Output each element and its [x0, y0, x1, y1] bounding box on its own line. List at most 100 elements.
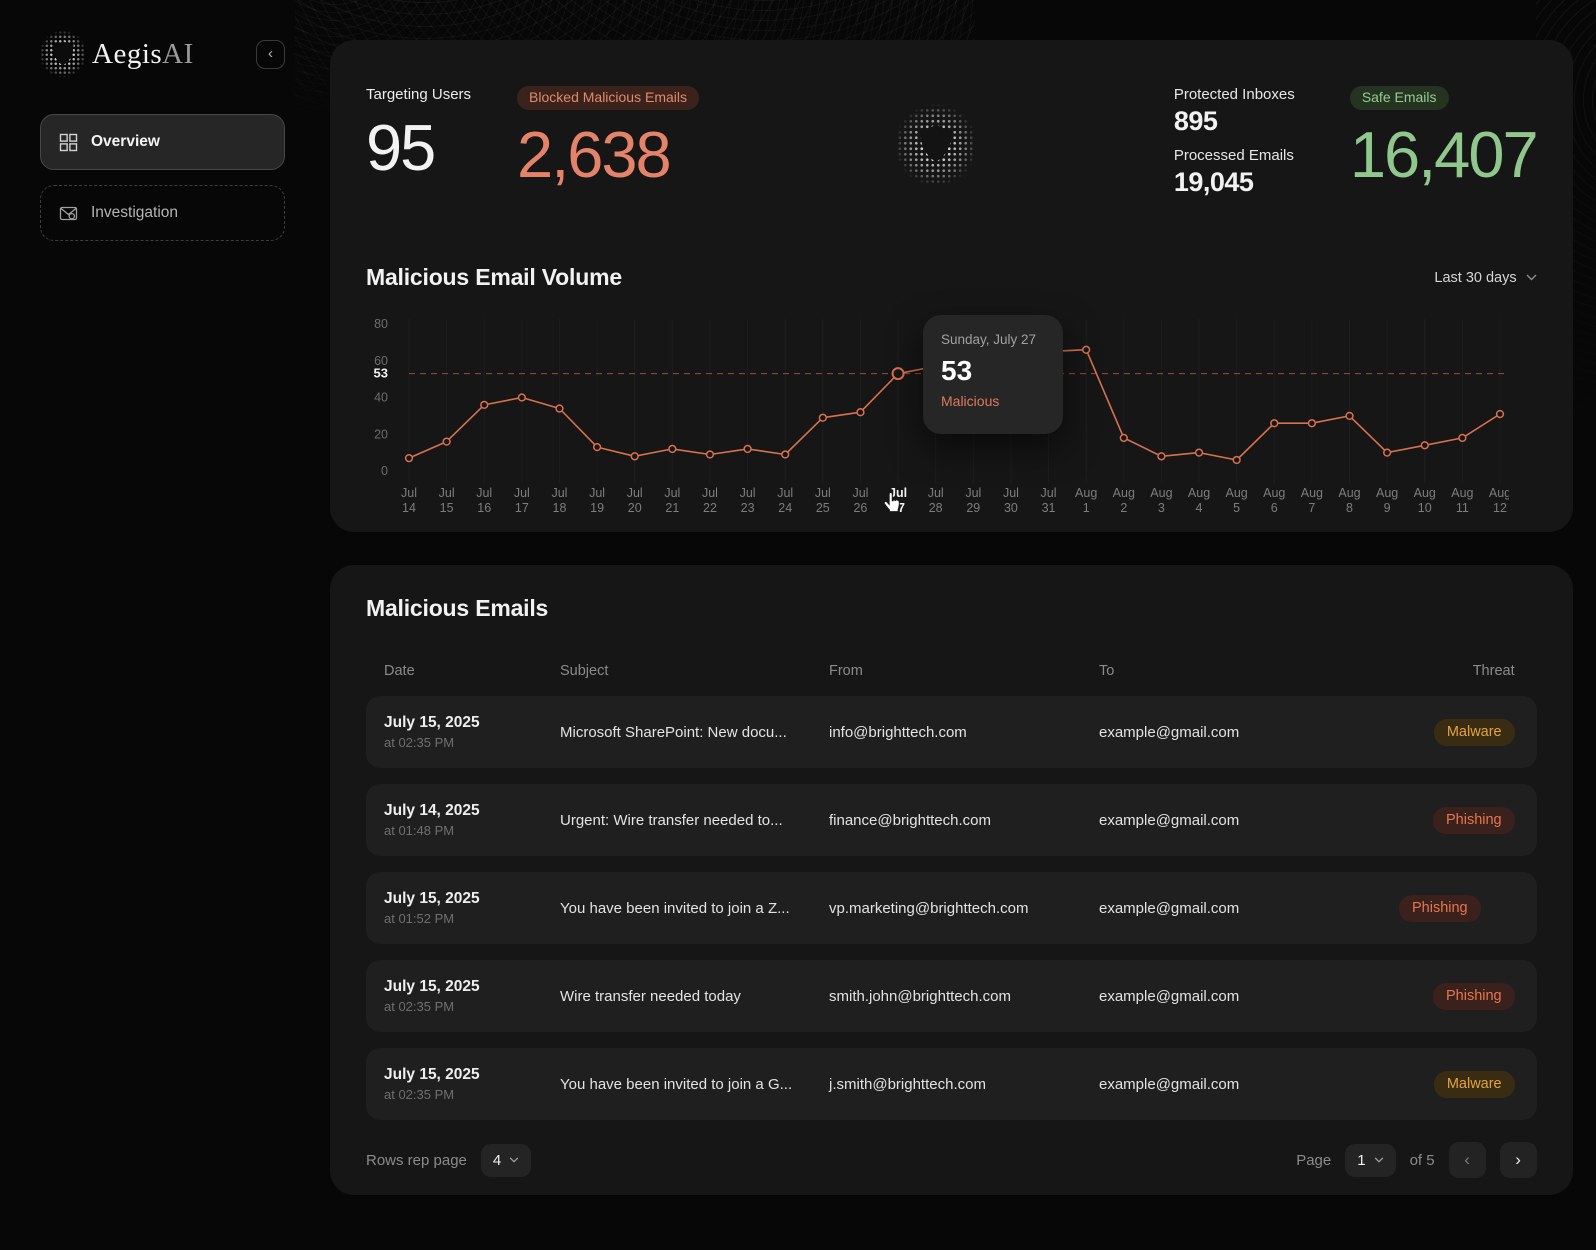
cell-threat: Phishing	[1399, 894, 1515, 922]
svg-text:Jul: Jul	[589, 486, 605, 500]
svg-text:Jul: Jul	[551, 486, 567, 500]
brand-wordmark: AegisAI	[92, 38, 194, 71]
sidebar-nav: Overview Investigation	[40, 114, 285, 241]
table-row[interactable]: July 14, 2025 at 01:48 PM Urgent: Wire tra…	[366, 784, 1537, 856]
stat-label: Targeting Users	[366, 86, 472, 103]
svg-text:26: 26	[853, 501, 867, 515]
threat-badge: Phishing	[1433, 982, 1515, 1010]
chevron-down-icon	[1526, 274, 1537, 281]
svg-text:3: 3	[1158, 501, 1165, 515]
svg-text:19: 19	[590, 501, 604, 515]
cell-from: finance@brighttech.com	[829, 811, 991, 829]
svg-text:80: 80	[374, 317, 388, 331]
sidebar-collapse-button[interactable]: ‹	[256, 39, 285, 69]
rows-per-page-select[interactable]: 4	[480, 1143, 532, 1177]
svg-text:16: 16	[477, 501, 491, 515]
stat-label: Protected Inboxes	[1173, 86, 1295, 103]
shield-silhouette	[52, 41, 74, 66]
column-header-threat: Threat	[1472, 663, 1515, 679]
cell-to: example@gmail.com	[1099, 899, 1240, 917]
svg-text:9: 9	[1384, 501, 1391, 515]
chevron-down-icon	[509, 1157, 519, 1163]
rows-per-page-value: 4	[492, 1151, 502, 1169]
svg-text:Jul: Jul	[702, 486, 718, 500]
cell-threat: Phishing	[1399, 806, 1515, 834]
row-date: July 15, 2025	[384, 978, 480, 995]
date-range-dropdown[interactable]: Last 30 days	[1434, 269, 1537, 286]
stats-row: Targeting Users 95 Blocked Malicious Ema…	[366, 86, 1539, 208]
svg-text:30: 30	[1004, 501, 1018, 515]
cell-date: July 14, 2025 at 01:48 PM	[384, 802, 560, 838]
sidebar-item-investigation[interactable]: Investigation	[40, 185, 285, 241]
cell-subject: Urgent: Wire transfer needed to...	[560, 811, 783, 829]
cell-subject: Wire transfer needed today	[560, 987, 741, 1005]
svg-text:24: 24	[778, 501, 792, 515]
stat-targeting-users: Targeting Users 95	[366, 86, 471, 180]
row-time: at 02:35 PM	[384, 999, 455, 1014]
svg-text:Jul: Jul	[777, 486, 793, 500]
row-date: July 14, 2025	[384, 802, 480, 819]
svg-text:4: 4	[1196, 501, 1203, 515]
svg-text:20: 20	[628, 501, 642, 515]
table-header: Date Subject From To Threat	[366, 654, 1537, 688]
svg-text:22: 22	[703, 501, 717, 515]
table-body: July 15, 2025 at 02:35 PM Microsoft ShareP…	[366, 696, 1537, 1120]
svg-text:Jul: Jul	[1003, 486, 1019, 500]
cell-to: example@gmail.com	[1099, 723, 1240, 741]
svg-text:14: 14	[402, 501, 416, 515]
svg-text:31: 31	[1042, 501, 1056, 515]
svg-text:10: 10	[1418, 501, 1432, 515]
sidebar-item-overview[interactable]: Overview	[40, 114, 285, 170]
svg-text:6: 6	[1271, 501, 1278, 515]
table-title: Malicious Emails	[366, 595, 549, 621]
brand-shield-icon	[40, 30, 86, 78]
chart-tooltip: Sunday, July 27 53 Malicious	[923, 315, 1063, 434]
table-row[interactable]: July 15, 2025 at 02:35 PM You have been in…	[366, 1048, 1537, 1120]
shield-emblem-icon	[897, 102, 976, 188]
table-row[interactable]: July 15, 2025 at 02:35 PM Microsoft ShareP…	[366, 696, 1537, 768]
page-number: 1	[1357, 1151, 1366, 1169]
svg-text:23: 23	[741, 501, 755, 515]
range-label: Last 30 days	[1434, 269, 1517, 286]
cell-date: July 15, 2025 at 02:35 PM	[384, 1066, 560, 1102]
app-root: AegisAI ‹ Overview Investigation Targeti…	[0, 0, 1596, 1250]
svg-text:11: 11	[1456, 501, 1469, 515]
sidebar-item-label: Investigation	[91, 204, 179, 221]
chevron-down-icon	[1374, 1157, 1384, 1163]
svg-text:20: 20	[374, 427, 388, 441]
svg-text:Jul: Jul	[664, 486, 680, 500]
safe-badge: Safe Emails	[1349, 86, 1449, 111]
svg-text:Aug: Aug	[1301, 486, 1323, 500]
next-page-button[interactable]: ›	[1499, 1142, 1537, 1178]
brand-secondary: AI	[162, 37, 194, 70]
cell-from: j.smith@brighttech.com	[829, 1075, 986, 1093]
stat-value: 895	[1173, 106, 1218, 136]
svg-text:21: 21	[665, 501, 679, 515]
malicious-emails-card: Malicious Emails Date Subject From To Th…	[330, 565, 1573, 1195]
table-row[interactable]: July 15, 2025 at 01:52 PM You have been in…	[366, 872, 1537, 944]
stat-value: 19,045	[1173, 167, 1254, 197]
stat-label: Processed Emails	[1173, 147, 1294, 164]
previous-page-button[interactable]: ‹	[1448, 1142, 1486, 1178]
stat-inboxes-processed: Protected Inboxes 895 Processed Emails 1…	[1174, 86, 1326, 208]
svg-text:Aug: Aug	[1113, 486, 1135, 500]
svg-text:12: 12	[1493, 501, 1507, 515]
threat-badge: Malware	[1433, 718, 1515, 746]
shield-silhouette	[920, 124, 953, 162]
chart-title: Malicious Email Volume	[366, 264, 622, 290]
svg-text:5: 5	[1233, 501, 1240, 515]
svg-text:Aug: Aug	[1150, 486, 1172, 500]
svg-text:Aug: Aug	[1451, 486, 1473, 500]
blocked-badge: Blocked Malicious Emails	[517, 86, 699, 111]
row-date: July 15, 2025	[384, 714, 480, 731]
svg-text:2: 2	[1120, 501, 1127, 515]
cell-subject: You have been invited to join a G...	[560, 1075, 793, 1093]
page-select[interactable]: 1	[1345, 1143, 1396, 1177]
svg-text:28: 28	[929, 501, 943, 515]
svg-text:53: 53	[374, 366, 388, 381]
hand-cursor-icon	[882, 492, 901, 513]
svg-text:Aug: Aug	[1489, 486, 1509, 500]
tooltip-value: 53	[941, 355, 973, 386]
table-row[interactable]: July 15, 2025 at 02:35 PM Wire transfer ne…	[366, 960, 1537, 1032]
cell-date: July 15, 2025 at 01:52 PM	[384, 890, 560, 926]
